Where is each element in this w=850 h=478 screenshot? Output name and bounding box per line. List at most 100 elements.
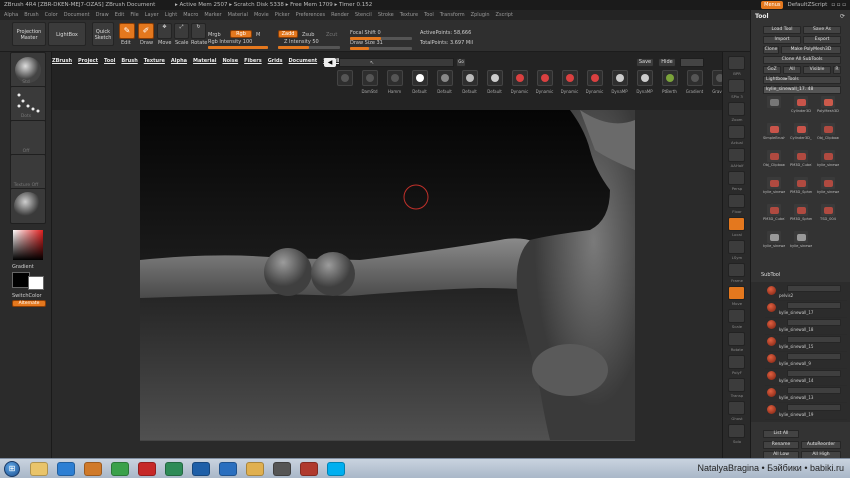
- rgb-toggle[interactable]: Rgb: [230, 30, 252, 38]
- shelf-button[interactable]: [728, 240, 745, 254]
- doc-menu-item[interactable]: Texture: [144, 58, 165, 64]
- doc-menu-item[interactable]: Alpha: [171, 58, 187, 64]
- shelf-button[interactable]: [728, 286, 745, 300]
- media-icon[interactable]: [84, 462, 102, 476]
- alternate-button[interactable]: Alternate: [12, 300, 46, 307]
- subtool-row[interactable]: pelvis2: [765, 284, 847, 301]
- photoshop-icon[interactable]: [192, 462, 210, 476]
- subtool-row[interactable]: kylie_sinewall_15: [765, 335, 847, 352]
- shelf-button[interactable]: [728, 148, 745, 162]
- shelf-button[interactable]: [728, 56, 745, 70]
- subtool-row[interactable]: kylie_sinewall_18: [765, 318, 847, 335]
- zcut-toggle[interactable]: Zcut: [326, 32, 337, 38]
- menu-item[interactable]: Edit: [115, 10, 125, 20]
- menu-item[interactable]: File: [130, 10, 138, 20]
- tool-thumbnail[interactable]: Cylinder3D_1: [790, 123, 812, 140]
- menu-item[interactable]: Movie: [254, 10, 269, 20]
- menu-item[interactable]: Marker: [204, 10, 221, 20]
- zbrush-icon[interactable]: [273, 462, 291, 476]
- subtool-row[interactable]: kylie_sinewall_17: [765, 301, 847, 318]
- go-button[interactable]: Go: [456, 58, 466, 67]
- menu-item[interactable]: Render: [331, 10, 349, 20]
- brush-search-field[interactable]: ↖: [339, 58, 454, 67]
- script-label[interactable]: DefaultZScript: [787, 0, 827, 10]
- scale-button[interactable]: ⤢: [174, 23, 189, 39]
- subtool-row[interactable]: kylie_sinewall_19: [765, 403, 847, 420]
- tool-thumbnail[interactable]: Obj_Clipboard: [763, 150, 785, 167]
- window-controls[interactable]: ▫ ▫ ▫: [831, 0, 846, 10]
- draw-size-slider[interactable]: [350, 47, 412, 50]
- tool-thumbnail[interactable]: SimpleBrush: [763, 123, 785, 140]
- shelf-button[interactable]: [728, 355, 745, 369]
- tool-thumbnail[interactable]: [763, 96, 785, 109]
- tool-thumbnail[interactable]: PM3D_Sphere3D: [790, 177, 812, 194]
- goz-all-button[interactable]: All: [783, 66, 801, 74]
- menus-button[interactable]: Menus: [761, 1, 784, 9]
- projection-master-button[interactable]: Projection Master: [12, 22, 46, 46]
- subtool-row[interactable]: kylie_sinewall_9: [765, 352, 847, 369]
- doc-menu-item[interactable]: Project: [78, 58, 98, 64]
- lightbox-tools-button[interactable]: Lightbox▸Tools: [763, 76, 841, 84]
- subtool-toggles[interactable]: [787, 285, 841, 292]
- brush-swatch[interactable]: Dynamic: [559, 70, 580, 98]
- save-button[interactable]: Save: [636, 58, 654, 67]
- clone-button[interactable]: Clone: [763, 46, 779, 54]
- subtool-toggles[interactable]: [787, 370, 841, 377]
- subtool-header[interactable]: SubTool: [761, 272, 847, 280]
- subtool-toggles[interactable]: [787, 336, 841, 343]
- quick-sketch-button[interactable]: Quick Sketch: [92, 22, 114, 46]
- rotate-button[interactable]: ↻: [191, 23, 206, 39]
- menu-item[interactable]: Brush: [24, 10, 38, 20]
- menu-item[interactable]: Draw: [96, 10, 109, 20]
- menu-item[interactable]: Stroke: [378, 10, 394, 20]
- zsub-toggle[interactable]: Zsub: [302, 32, 314, 38]
- folder-icon[interactable]: [30, 462, 48, 476]
- save-as-button[interactable]: Save As: [803, 26, 841, 34]
- list-all-button[interactable]: List All: [763, 430, 799, 438]
- brush-swatch[interactable]: Hamm: [384, 70, 405, 98]
- tool-thumbnail[interactable]: kylie_sinewall: [817, 177, 839, 194]
- make-polymesh-button[interactable]: Make PolyMesh3D: [781, 46, 841, 54]
- edit-button[interactable]: ✎: [119, 23, 135, 39]
- menu-item[interactable]: Document: [64, 10, 90, 20]
- zadd-toggle[interactable]: Zadd: [278, 30, 298, 38]
- menu-item[interactable]: Texture: [400, 10, 418, 20]
- lightbox-button[interactable]: LightBox: [48, 22, 86, 46]
- brush-swatch[interactable]: Default: [409, 70, 430, 98]
- switch-color-label[interactable]: SwitchColor: [12, 293, 42, 299]
- tool-thumbnail[interactable]: kylie_sinewall: [763, 231, 785, 248]
- goz-r-button[interactable]: R: [833, 66, 841, 74]
- tool-thumbnail[interactable]: PM3D_Sphere3D: [790, 204, 812, 221]
- clone-all-subtools-button[interactable]: Clone All SubTools: [763, 56, 841, 64]
- auto-reorder-button[interactable]: AutoReorder: [801, 441, 841, 449]
- shelf-button[interactable]: [728, 171, 745, 185]
- menu-item[interactable]: Preferences: [296, 10, 325, 20]
- tool-thumbnail[interactable]: kylie_sinewall: [790, 231, 812, 248]
- shelf-button[interactable]: [728, 309, 745, 323]
- menu-item[interactable]: Macro: [183, 10, 198, 20]
- chrome-icon[interactable]: [111, 462, 129, 476]
- shelf-button[interactable]: [728, 102, 745, 116]
- goz-visible-button[interactable]: Visible: [803, 66, 831, 74]
- shelf-button[interactable]: [728, 263, 745, 277]
- brush-swatch[interactable]: PtBerth: [659, 70, 680, 98]
- doc-menu-item[interactable]: Tool: [104, 58, 115, 64]
- ie-icon[interactable]: [57, 462, 75, 476]
- color-swatches[interactable]: [12, 272, 46, 292]
- tool-thumbnail[interactable]: kylie_sinewall: [763, 177, 785, 194]
- menu-item[interactable]: Zplugin: [471, 10, 490, 20]
- play-button[interactable]: ◀: [324, 58, 336, 67]
- refresh-icon[interactable]: ⟳: [840, 13, 845, 20]
- brush-swatch[interactable]: [334, 70, 355, 98]
- brush-swatch[interactable]: Dynamic: [509, 70, 530, 98]
- tool-thumbnail[interactable]: Obj_Clipboard: [817, 123, 839, 140]
- rgb-intensity-slider[interactable]: [208, 46, 268, 49]
- rename-button[interactable]: Rename: [763, 441, 799, 449]
- hide-button[interactable]: Hide: [658, 58, 676, 67]
- subtool-row[interactable]: kylie_sinewall_14: [765, 369, 847, 386]
- move-button[interactable]: ✥: [157, 23, 172, 39]
- tool-thumbnail[interactable]: kylie_sinewall: [817, 150, 839, 167]
- menu-item[interactable]: Transform: [440, 10, 465, 20]
- zoom-controls[interactable]: [680, 58, 704, 67]
- start-button[interactable]: ⊞: [4, 461, 20, 477]
